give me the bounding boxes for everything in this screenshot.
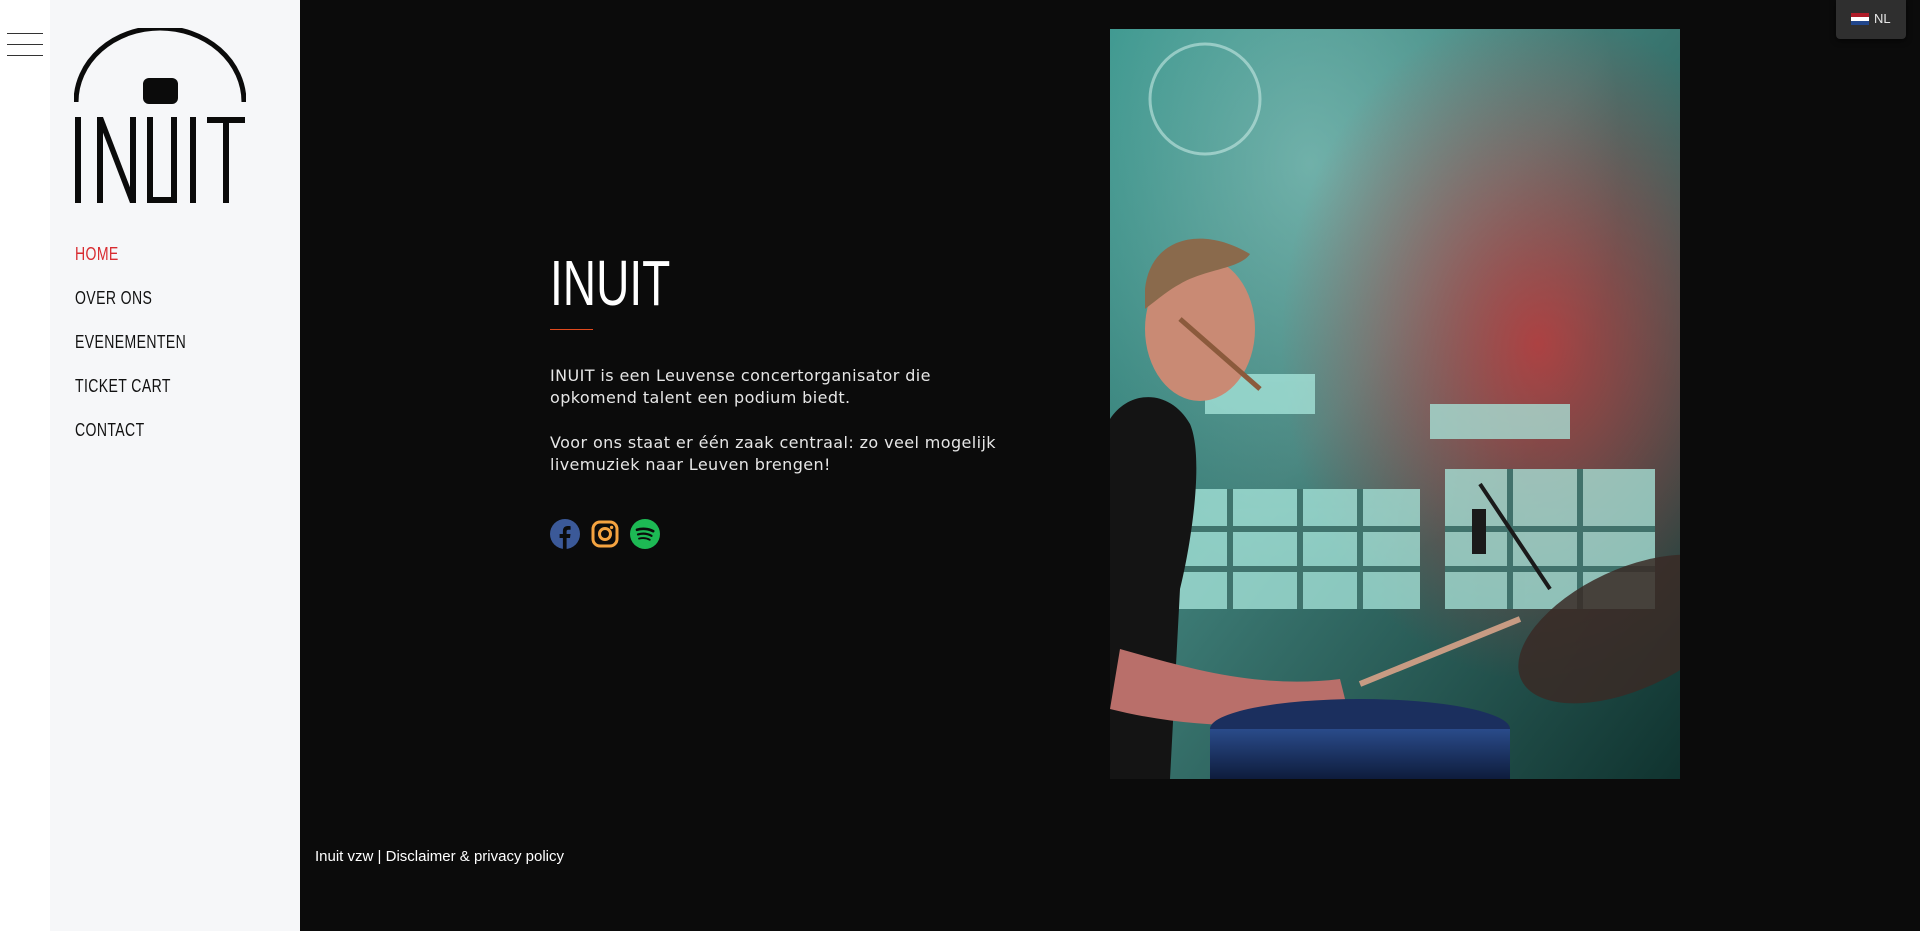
inuit-logo[interactable] [74, 28, 246, 204]
language-switcher[interactable]: NL [1836, 0, 1906, 39]
hamburger-strip [0, 0, 50, 931]
spotify-icon[interactable] [630, 519, 660, 549]
privacy-policy-link[interactable]: Disclaimer & privacy policy [386, 848, 564, 865]
main-nav: HOME OVER ONS EVENEMENTEN TICKET CART CO… [75, 240, 218, 460]
mission-paragraph: Voor ons staat er één zaak centraal: zo … [550, 433, 996, 474]
nav-item-home[interactable]: HOME [75, 240, 186, 284]
instagram-icon[interactable] [590, 519, 620, 549]
nav-item-ticket-cart[interactable]: TICKET CART [75, 372, 186, 416]
netherlands-flag-icon [1851, 13, 1869, 25]
title-divider [550, 329, 593, 330]
footer: Inuit vzw | Disclaimer & privacy policy [315, 848, 564, 865]
intro-paragraph: INUIT is een Leuvense concertorganisator… [550, 366, 931, 407]
nav-item-evenementen[interactable]: EVENEMENTEN [75, 328, 186, 372]
footer-separator: | [377, 848, 382, 865]
footer-org: Inuit vzw [315, 848, 374, 865]
hamburger-icon[interactable] [7, 33, 43, 57]
nav-item-contact[interactable]: CONTACT [75, 416, 186, 460]
sidebar: HOME OVER ONS EVENEMENTEN TICKET CART CO… [50, 0, 300, 931]
main-content: INUIT INUIT is een Leuvense concertorgan… [300, 0, 1920, 931]
nav-item-over-ons[interactable]: OVER ONS [75, 284, 186, 328]
language-code: NL [1874, 11, 1891, 26]
facebook-icon[interactable] [550, 519, 580, 549]
page-title: INUIT [550, 247, 671, 319]
drummer-photo [1110, 29, 1680, 779]
